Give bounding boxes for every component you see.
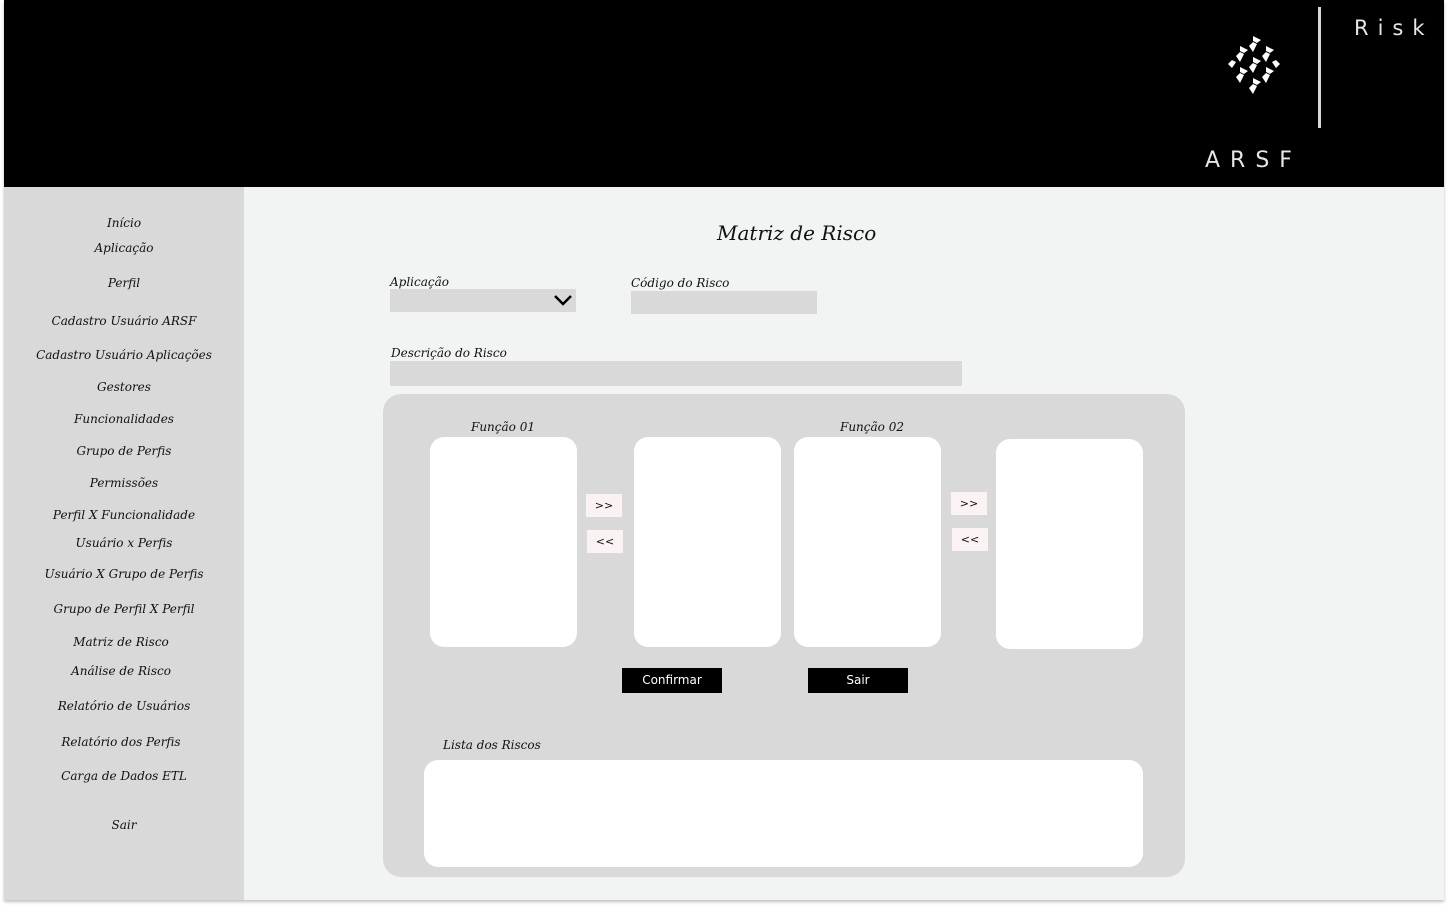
sidebar-item-usuario-x-grupo-de-perfis[interactable]: Usuário X Grupo de Perfis [4,567,244,581]
sidebar-item-grupo-de-perfil-x-perfil[interactable]: Grupo de Perfil X Perfil [4,602,244,616]
app-window: Risk ARSF Início Aplicação Perfil Cadast… [4,0,1444,900]
page-title: Matriz de Risco [717,221,877,245]
funcao-01-selected-list[interactable] [634,437,781,647]
exit-button[interactable]: Sair [808,668,908,693]
sidebar-item-analise-de-risco[interactable]: Análise de Risco [4,664,241,678]
sidebar-item-relatorio-de-usuarios[interactable]: Relatório de Usuários [4,699,244,713]
funcao-02-move-right-button[interactable]: >> [951,492,987,515]
sidebar-item-funcionalidades[interactable]: Funcionalidades [4,412,244,426]
funcao-02-available-list[interactable] [794,437,941,647]
sidebar-item-carga-de-dados-etl[interactable]: Carga de Dados ETL [4,769,244,783]
sidebar-item-permissoes[interactable]: Permissões [4,476,244,490]
confirm-button[interactable]: Confirmar [622,668,722,693]
matrix-panel: Função 01 Função 02 >> << >> << Confirma… [383,394,1185,877]
header-bar: Risk ARSF [4,0,1444,187]
risk-list[interactable] [424,760,1143,867]
sidebar-item-aplicacao[interactable]: Aplicação [4,241,244,255]
aplicacao-label: Aplicação [390,275,449,289]
sidebar: Início Aplicação Perfil Cadastro Usuário… [4,187,244,900]
aplicacao-select[interactable] [390,289,576,312]
sidebar-item-inicio[interactable]: Início [4,216,244,230]
funcao-01-move-left-button[interactable]: << [587,530,623,553]
sidebar-item-relatorio-dos-perfis[interactable]: Relatório dos Perfis [4,735,241,749]
sidebar-item-grupo-de-perfis[interactable]: Grupo de Perfis [4,444,244,458]
funcao-01-label: Função 01 [471,420,535,434]
main-content: Matriz de Risco Aplicação Código do Risc… [244,187,1444,900]
risk-list-label: Lista dos Riscos [443,738,541,752]
funcao-01-move-right-button[interactable]: >> [586,494,622,517]
sidebar-item-usuario-x-perfis[interactable]: Usuário x Perfis [4,536,244,550]
brand-arsf-text: ARSF [1205,148,1302,173]
arsf-hexagon-logo-icon [1228,36,1280,94]
sidebar-item-matriz-de-risco[interactable]: Matriz de Risco [4,635,241,649]
chevron-down-icon [554,295,572,306]
codigo-risco-input[interactable] [631,291,817,314]
funcao-01-available-list[interactable] [430,437,577,647]
logo-divider [1318,7,1321,128]
sidebar-item-perfil-x-funcionalidade[interactable]: Perfil X Funcionalidade [4,508,244,522]
funcao-02-move-left-button[interactable]: << [952,528,988,551]
brand-risk-text: Risk [1354,16,1434,40]
funcao-02-label: Função 02 [840,420,904,434]
sidebar-item-sair[interactable]: Sair [4,818,244,832]
sidebar-item-perfil[interactable]: Perfil [4,276,244,290]
sidebar-item-gestores[interactable]: Gestores [4,380,244,394]
descricao-risco-label: Descrição do Risco [391,346,507,360]
funcao-02-selected-list[interactable] [996,439,1143,649]
descricao-risco-input[interactable] [390,361,962,386]
codigo-risco-label: Código do Risco [631,276,730,290]
sidebar-item-cadastro-usuario-arsf[interactable]: Cadastro Usuário ARSF [4,314,244,328]
sidebar-item-cadastro-usuario-aplicacoes[interactable]: Cadastro Usuário Aplicações [4,348,244,362]
